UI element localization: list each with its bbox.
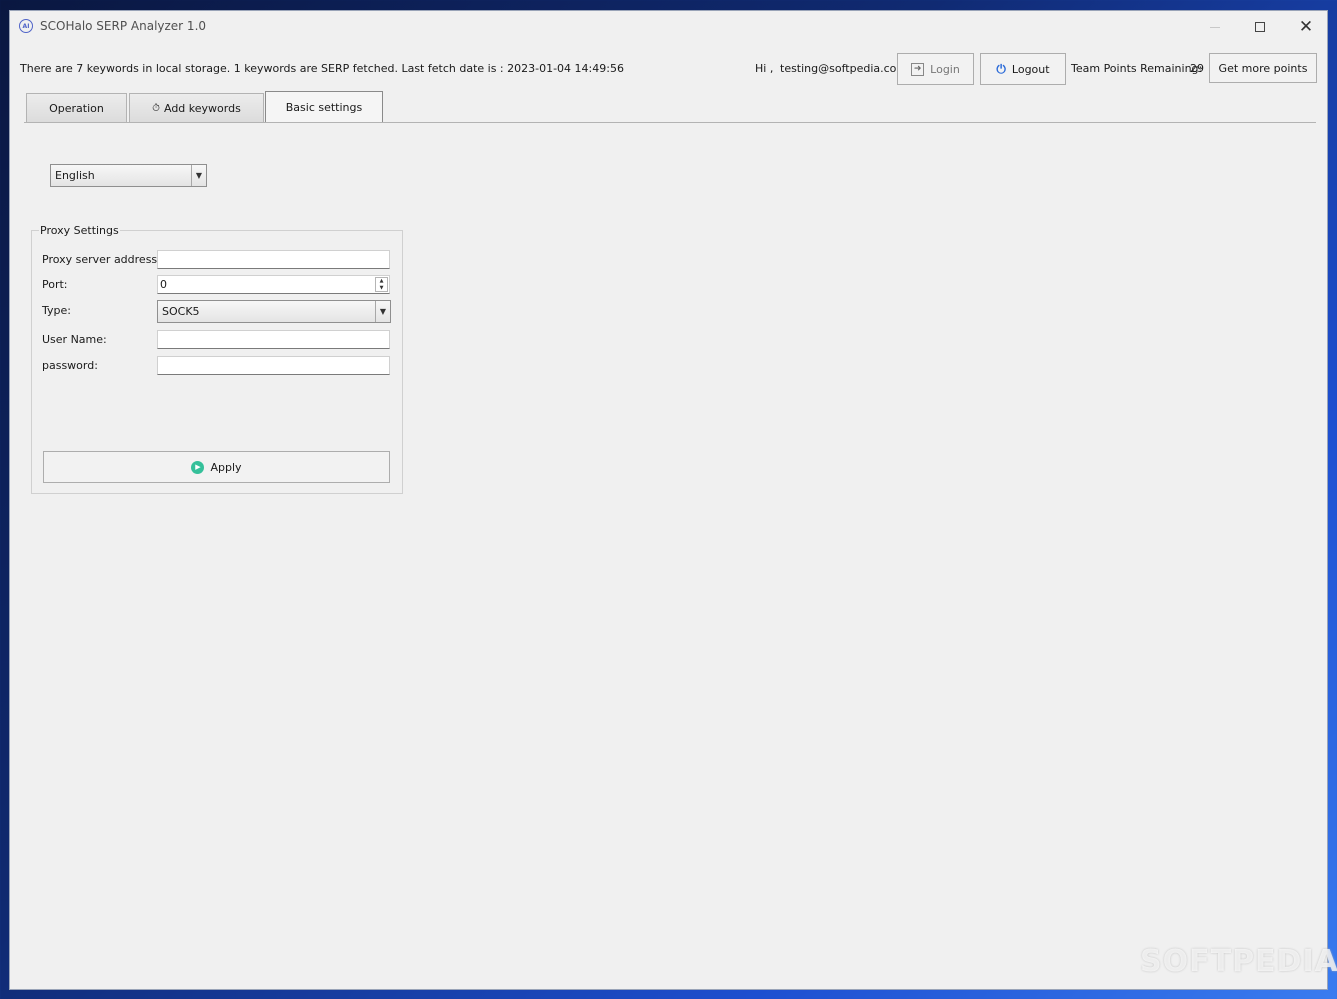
tab-add-keywords[interactable]: ⏱ Add keywords bbox=[129, 93, 264, 123]
close-icon: ✕ bbox=[1298, 16, 1314, 37]
power-icon: ⏻ bbox=[996, 61, 1006, 76]
ai-app-icon: AI bbox=[19, 19, 33, 33]
tab-strip-divider bbox=[24, 122, 1316, 123]
maximize-icon bbox=[1255, 22, 1265, 32]
maximize-button[interactable] bbox=[1237, 11, 1283, 43]
username-input[interactable] bbox=[157, 330, 390, 349]
proxy-type-value: SOCK5 bbox=[162, 305, 200, 318]
team-points-label: Team Points Remaining: bbox=[1071, 62, 1203, 75]
app-window: AI SCOHalo SERP Analyzer 1.0 ✕ There are… bbox=[9, 10, 1337, 990]
apply-button-label: Apply bbox=[210, 460, 242, 474]
storage-status-text: There are 7 keywords in local storage. 1… bbox=[20, 62, 624, 75]
password-input[interactable] bbox=[157, 356, 390, 375]
play-icon: ▶ bbox=[191, 460, 205, 474]
minimize-button[interactable] bbox=[1192, 11, 1238, 43]
tab-basic-settings-label: Basic settings bbox=[285, 100, 363, 114]
tab-operation-label: Operation bbox=[49, 101, 104, 115]
port-spin-buttons[interactable]: ▲ ▼ bbox=[375, 277, 388, 292]
login-button-label: Login bbox=[930, 62, 960, 76]
logout-button-label: Logout bbox=[1011, 62, 1050, 76]
minimize-icon bbox=[1210, 26, 1220, 28]
port-label: Port: bbox=[42, 278, 68, 291]
tab-add-keywords-label: Add keywords bbox=[163, 101, 241, 115]
window-title: SCOHalo SERP Analyzer 1.0 bbox=[40, 19, 207, 33]
proxy-type-select[interactable]: SOCK5 ▼ bbox=[157, 300, 391, 323]
chevron-down-icon: ▼ bbox=[375, 301, 390, 322]
login-button[interactable]: ➜ Login bbox=[897, 53, 974, 85]
login-icon: ➜ bbox=[911, 62, 925, 76]
apply-button[interactable]: ▶ Apply bbox=[43, 451, 390, 483]
username-label: User Name: bbox=[42, 333, 107, 346]
tab-basic-settings[interactable]: Basic settings bbox=[265, 91, 383, 123]
greeting-label: Hi , bbox=[755, 62, 774, 75]
team-points-value: 29 bbox=[1190, 62, 1204, 75]
tab-operation[interactable]: Operation bbox=[26, 93, 127, 123]
title-bar: AI SCOHalo SERP Analyzer 1.0 ✕ bbox=[10, 11, 1327, 43]
proxy-settings-title: Proxy Settings bbox=[39, 224, 120, 237]
softpedia-watermark: SOFTPEDIA bbox=[1140, 944, 1337, 979]
language-select[interactable]: English ▼ bbox=[50, 164, 207, 187]
proxy-address-label: Proxy server address: bbox=[42, 253, 161, 266]
port-value: 0 bbox=[160, 278, 167, 291]
proxy-type-label: Type: bbox=[42, 304, 71, 317]
timer-icon: ⏱ bbox=[152, 102, 160, 114]
chevron-down-icon: ▼ bbox=[191, 165, 206, 186]
close-button[interactable]: ✕ bbox=[1283, 11, 1329, 43]
get-more-points-button[interactable]: Get more points bbox=[1209, 53, 1317, 83]
password-label: password: bbox=[42, 359, 98, 372]
get-more-points-label: Get more points bbox=[1218, 61, 1308, 75]
logout-button[interactable]: ⏻ Logout bbox=[980, 53, 1066, 85]
spin-down-icon[interactable]: ▼ bbox=[376, 285, 387, 292]
user-email: testing@softpedia.com bbox=[780, 62, 908, 75]
port-stepper[interactable]: 0 ▲ ▼ bbox=[157, 275, 390, 294]
language-select-value: English bbox=[55, 169, 95, 182]
proxy-address-input[interactable] bbox=[157, 250, 390, 269]
spin-up-icon[interactable]: ▲ bbox=[376, 278, 387, 285]
